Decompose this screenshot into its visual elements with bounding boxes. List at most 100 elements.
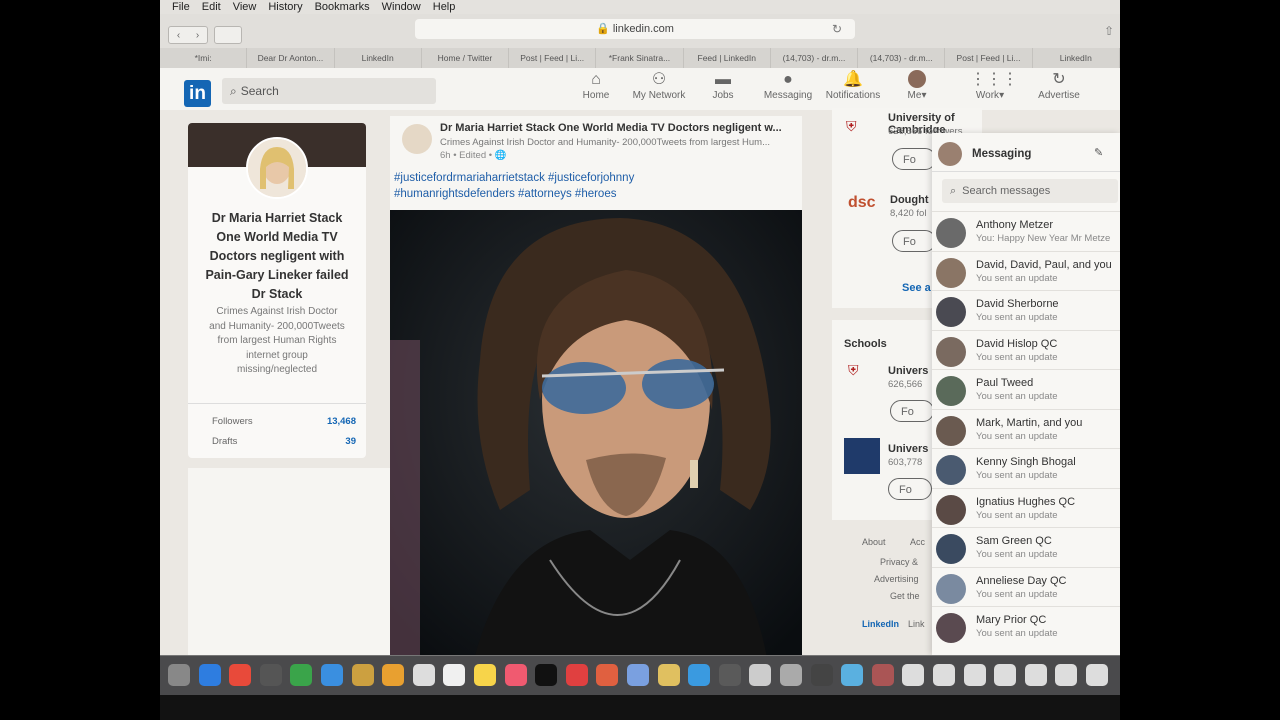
dock-app-icon[interactable] [474,664,496,686]
menu-bookmarks[interactable]: Bookmarks [315,1,370,13]
nav-jobs[interactable]: ▬ Jobs [705,70,741,101]
dock-app-icon[interactable] [1055,664,1078,686]
messaging-header[interactable]: Messaging ✎ [932,133,1120,172]
nav-advertise[interactable]: ↻ Advertise [1034,70,1084,101]
dock-app-icon[interactable] [229,664,252,686]
url-bar[interactable]: 🔒 linkedin.com [415,19,855,39]
menu-window[interactable]: Window [382,1,421,13]
dock-app-icon[interactable] [290,664,313,686]
share-icon[interactable]: ⇧ [1104,24,1114,38]
message-search-input[interactable]: ⌕ Search messages [942,179,1118,203]
reload-icon[interactable]: ↻ [832,22,842,36]
browser-tab[interactable]: LinkedIn [335,48,422,68]
follow-button[interactable]: Fo [890,400,934,422]
dock-app-icon[interactable] [933,664,955,686]
browser-tab[interactable]: Post | Feed | Li... [945,48,1033,68]
dock-app-icon[interactable] [749,664,772,686]
dock-app-icon[interactable] [994,664,1017,686]
dock-app-icon[interactable] [718,664,741,686]
dock-app-icon[interactable] [565,664,588,686]
followers-count[interactable]: 13,468 [327,416,356,427]
footer-get-app-link[interactable]: Get the [890,591,920,601]
menu-history[interactable]: History [268,1,302,13]
forward-icon[interactable]: › [196,30,199,41]
conversation-item[interactable]: Anthony Metzer You: Happy New Year Mr Met… [932,211,1120,251]
dock-app-icon[interactable] [382,664,405,686]
dock-app-icon[interactable] [443,664,466,686]
conversation-item[interactable]: David, David, Paul, and you You sent an u… [932,250,1120,291]
footer-about-link[interactable]: About [862,537,886,547]
drafts-count[interactable]: 39 [345,436,356,447]
conversation-item[interactable]: Kenny Singh Bhogal You sent an update [932,448,1120,488]
browser-tab[interactable]: Feed | LinkedIn [684,48,771,68]
compose-icon[interactable]: ✎ [1094,146,1103,159]
footer-advertising-link[interactable]: Advertising [874,574,919,584]
dock-app-icon[interactable] [504,664,527,686]
conversation-item[interactable]: Paul Tweed You sent an update [932,369,1120,409]
dock-app-icon[interactable] [351,664,374,686]
see-all-link[interactable]: See a [902,282,931,294]
conversation-item[interactable]: David Sherborne You sent an update [932,290,1120,330]
dock-app-icon[interactable] [321,664,343,686]
hashtag-line-1[interactable]: #justicefordrmariaharrietstack #justicef… [394,170,794,186]
dock-app-icon[interactable] [535,664,558,686]
dock-app-icon[interactable] [1024,664,1047,686]
menu-help[interactable]: Help [433,1,456,13]
search-input[interactable]: ⌕ Search [222,78,436,104]
browser-tab[interactable]: LinkedIn [1033,48,1120,68]
dock-app-icon[interactable] [627,664,649,686]
back-forward-buttons[interactable]: ‹ › [168,26,208,44]
post-author-avatar[interactable] [402,124,432,154]
browser-tab[interactable]: *Frank Sinatra... [596,48,684,68]
dock-app-icon[interactable] [259,664,282,686]
footer-link[interactable]: Link [908,619,925,629]
follow-button[interactable]: Fo [892,230,936,252]
footer-privacy-link[interactable]: Privacy & [880,557,918,567]
nav-notifications[interactable]: 🔔 Notifications [820,70,886,101]
menu-view[interactable]: View [233,1,257,13]
profile-avatar[interactable] [246,137,308,199]
follow-button[interactable]: Fo [888,478,932,500]
conversation-item[interactable]: Anneliese Day QC You sent an update [932,566,1120,607]
browser-tab[interactable]: Home / Twitter [422,48,510,68]
back-icon[interactable]: ‹ [177,30,180,41]
conversation-item[interactable]: Ignatius Hughes QC You sent an update [932,487,1120,528]
hashtag-line-2[interactable]: #humanrightsdefenders #attorneys #heroes [394,186,794,202]
conversation-item[interactable]: Mary Prior QC You sent an update [932,606,1120,646]
nav-work[interactable]: ⋮⋮⋮ Work▾ [970,70,1018,101]
dock-app-icon[interactable] [810,664,833,686]
dock-app-icon[interactable] [1086,664,1108,686]
dock-app-icon[interactable] [412,664,435,686]
dock-app-icon[interactable] [688,664,711,686]
post-author-name[interactable]: Dr Maria Harriet Stack One World Media T… [440,122,795,134]
linkedin-logo[interactable]: in [184,80,211,107]
dock-app-icon[interactable] [871,664,894,686]
dock-app-icon[interactable] [596,664,619,686]
conversation-item[interactable]: Sam Green QC You sent an update [932,527,1120,567]
profile-name[interactable]: Dr Maria Harriet Stack One World Media T… [198,209,356,304]
school-name[interactable]: Univers [888,443,928,455]
browser-tab[interactable]: Dear Dr Aonton... [247,48,335,68]
post-photo[interactable] [390,210,802,655]
menu-edit[interactable]: Edit [202,1,221,13]
browser-tab[interactable]: Post | Feed | Li... [509,48,597,68]
nav-home[interactable]: ⌂ Home [576,70,616,101]
footer-accessibility-link[interactable]: Acc [910,537,925,547]
dock-app-icon[interactable] [780,664,802,686]
dock-app-icon[interactable] [168,664,190,686]
nav-my-network[interactable]: ⚇ My Network [628,70,690,101]
nav-me[interactable]: Me▾ [902,70,932,101]
dock-app-icon[interactable] [657,664,680,686]
dock-app-icon[interactable] [841,664,864,686]
school-name[interactable]: Univers [888,365,928,377]
browser-tab[interactable]: *Imi: [160,48,248,68]
sidebar-toggle-button[interactable] [214,26,242,44]
dock-app-icon[interactable] [198,664,221,686]
org-name[interactable]: Dought [890,194,928,206]
menu-file[interactable]: File [172,1,190,13]
follow-button[interactable]: Fo [892,148,936,170]
conversation-item[interactable]: David Hislop QC You sent an update [932,329,1120,370]
dock-app-icon[interactable] [963,664,986,686]
nav-messaging[interactable]: ● Messaging [758,70,818,101]
dock-app-icon[interactable] [902,664,925,686]
